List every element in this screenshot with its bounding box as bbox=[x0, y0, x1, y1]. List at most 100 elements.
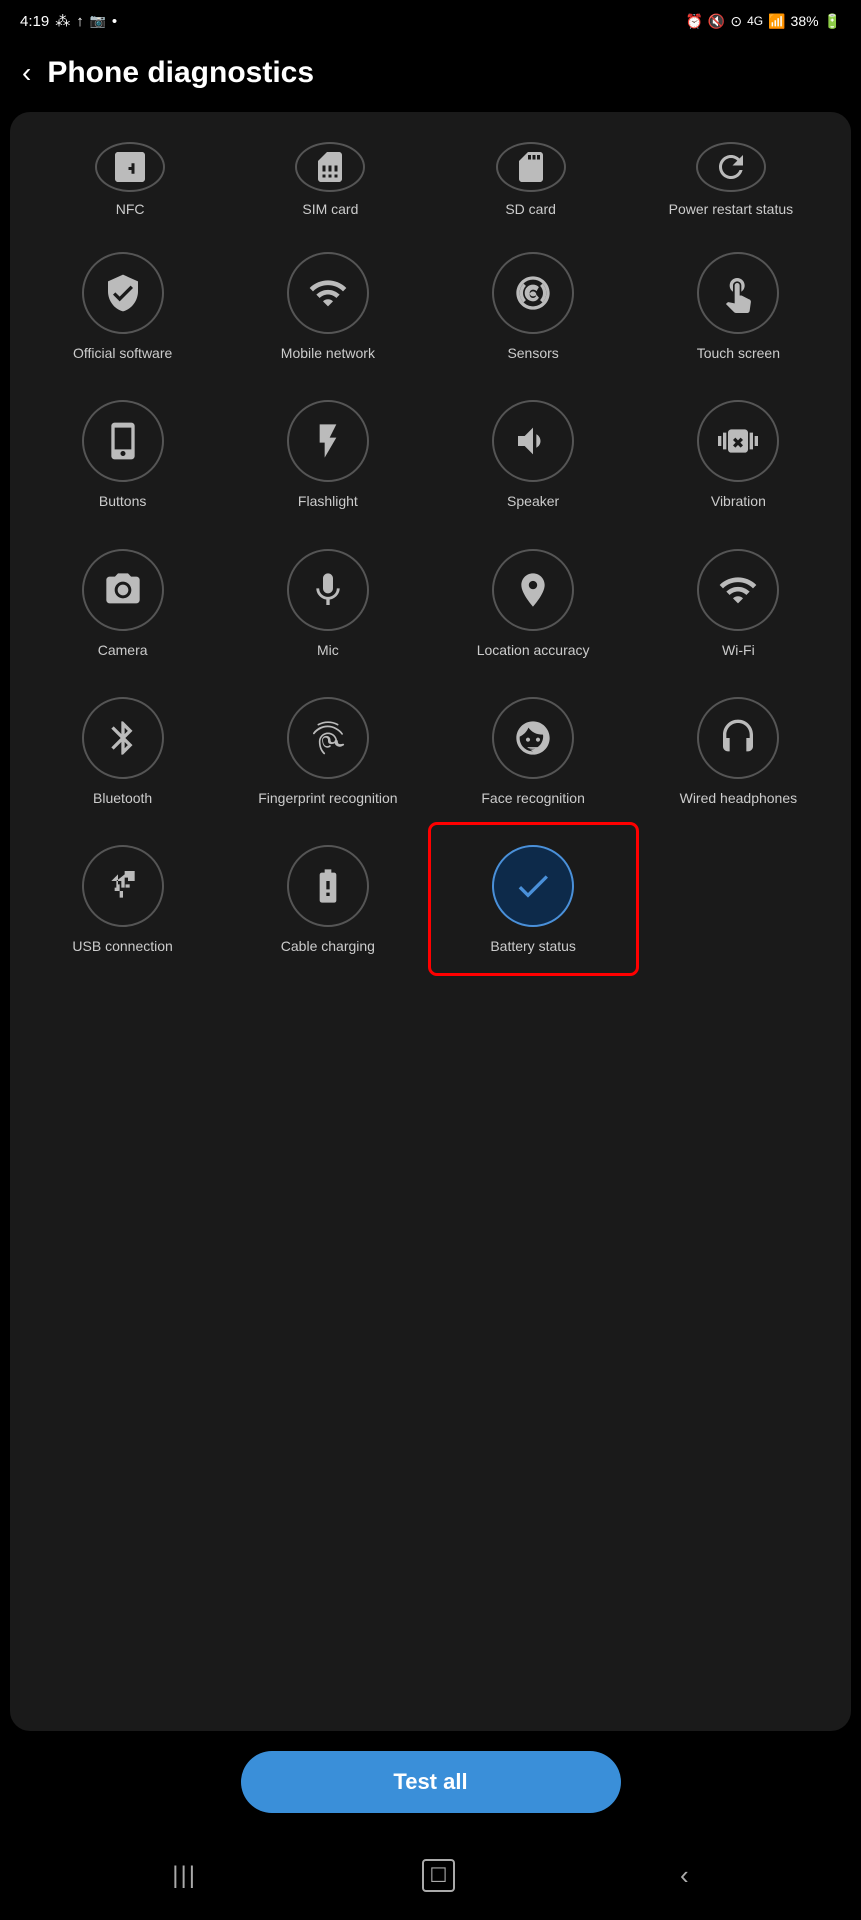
diag-item-location-accuracy[interactable]: Location accuracy bbox=[431, 529, 636, 677]
power-label: Power restart status bbox=[669, 200, 794, 218]
diag-item-sim-card[interactable]: SIM card bbox=[230, 132, 430, 232]
sim-icon bbox=[312, 149, 348, 185]
sd-icon-circle bbox=[496, 142, 566, 192]
mobile-network-icon bbox=[308, 273, 348, 313]
4g-icon: 4G bbox=[747, 14, 763, 28]
fingerprint-icon bbox=[308, 718, 348, 758]
wired-headphones-icon-circle bbox=[697, 697, 779, 779]
touch-screen-label: Touch screen bbox=[697, 344, 780, 362]
status-left: 4:19 ⁂ ↑ 📷 • bbox=[20, 12, 117, 30]
speaker-label: Speaker bbox=[507, 492, 559, 510]
nfc-icon bbox=[112, 149, 148, 185]
speaker-icon bbox=[513, 421, 553, 461]
diag-item-cable-charging[interactable]: Cable charging bbox=[225, 825, 430, 973]
diag-item-touch-screen[interactable]: Touch screen bbox=[636, 232, 841, 380]
nfc-label: NFC bbox=[116, 200, 145, 218]
mobile-network-label: Mobile network bbox=[281, 344, 375, 362]
bottom-section: Test all bbox=[0, 1731, 861, 1843]
diag-item-bluetooth[interactable]: Bluetooth bbox=[20, 677, 225, 825]
page-header: ‹ Phone diagnostics bbox=[0, 38, 861, 112]
signal-icon: 📶 bbox=[768, 13, 785, 30]
mic-label: Mic bbox=[317, 641, 339, 659]
diag-item-nfc[interactable]: NFC bbox=[30, 132, 230, 232]
diagnostics-container: NFC SIM card SD card bbox=[10, 112, 851, 1731]
diag-item-battery-status[interactable]: Battery status bbox=[431, 825, 636, 973]
camera-icon-circle bbox=[82, 549, 164, 631]
diag-item-sd-card[interactable]: SD card bbox=[431, 132, 631, 232]
instagram-icon: 📷 bbox=[90, 13, 106, 29]
usb-connection-label: USB connection bbox=[72, 937, 172, 955]
diag-item-speaker[interactable]: Speaker bbox=[431, 380, 636, 528]
diag-item-mic[interactable]: Mic bbox=[225, 529, 430, 677]
vibration-icon-circle bbox=[697, 400, 779, 482]
diag-item-power-restart[interactable]: Power restart status bbox=[631, 132, 831, 232]
power-icon-circle bbox=[696, 142, 766, 192]
nfc-icon-circle bbox=[95, 142, 165, 192]
battery-status-icon-circle bbox=[492, 845, 574, 927]
diag-item-official-software[interactable]: Official software bbox=[20, 232, 225, 380]
sd-label: SD card bbox=[505, 200, 556, 218]
sd-icon bbox=[513, 149, 549, 185]
diag-item-face-recognition[interactable]: Face recognition bbox=[431, 677, 636, 825]
official-software-icon bbox=[103, 273, 143, 313]
upload-icon: ↑ bbox=[76, 13, 84, 30]
wired-headphones-icon bbox=[718, 718, 758, 758]
time-display: 4:19 bbox=[20, 13, 49, 30]
power-icon bbox=[713, 149, 749, 185]
diag-item-sensors[interactable]: Sensors bbox=[431, 232, 636, 380]
vibration-icon bbox=[718, 421, 758, 461]
battery-status-label: Battery status bbox=[490, 937, 576, 955]
top-partial-row: NFC SIM card SD card bbox=[20, 122, 841, 232]
nav-back[interactable]: ‹ bbox=[680, 1860, 689, 1891]
diagnostics-grid: Official software Mobile network Sensors bbox=[20, 232, 841, 973]
buttons-icon bbox=[103, 421, 143, 461]
bluetooth-icon bbox=[103, 718, 143, 758]
page-title: Phone diagnostics bbox=[47, 56, 314, 90]
touch-screen-icon-circle bbox=[697, 252, 779, 334]
battery-status-icon bbox=[513, 866, 553, 906]
battery-percent: 38% bbox=[791, 13, 819, 29]
speaker-icon-circle bbox=[492, 400, 574, 482]
usb-icon bbox=[103, 866, 143, 906]
face-recognition-icon-circle bbox=[492, 697, 574, 779]
buttons-icon-circle bbox=[82, 400, 164, 482]
usb-icon-circle bbox=[82, 845, 164, 927]
flashlight-icon bbox=[308, 421, 348, 461]
bluetooth-icon-circle bbox=[82, 697, 164, 779]
diag-item-buttons[interactable]: Buttons bbox=[20, 380, 225, 528]
mic-icon bbox=[308, 570, 348, 610]
flashlight-icon-circle bbox=[287, 400, 369, 482]
mobile-network-icon-circle bbox=[287, 252, 369, 334]
fingerprint-icon-circle bbox=[287, 697, 369, 779]
back-button[interactable]: ‹ bbox=[22, 59, 31, 87]
official-software-label: Official software bbox=[73, 344, 172, 362]
diag-item-flashlight[interactable]: Flashlight bbox=[225, 380, 430, 528]
diag-item-mobile-network[interactable]: Mobile network bbox=[225, 232, 430, 380]
sensors-label: Sensors bbox=[507, 344, 558, 362]
alarm-icon: ⏰ bbox=[685, 13, 702, 30]
location-icon-circle bbox=[492, 549, 574, 631]
diag-item-vibration[interactable]: Vibration bbox=[636, 380, 841, 528]
face-recognition-icon bbox=[513, 718, 553, 758]
fingerprint-label: Fingerprint recognition bbox=[258, 789, 397, 807]
diag-item-wifi[interactable]: Wi-Fi bbox=[636, 529, 841, 677]
wifi-status-icon: ⊙ bbox=[730, 13, 742, 30]
nav-recent-apps[interactable]: ||| bbox=[172, 1862, 197, 1890]
mute-icon: 🔇 bbox=[708, 13, 725, 30]
status-right: ⏰ 🔇 ⊙ 4G 📶 38% 🔋 bbox=[685, 13, 841, 30]
wifi-label: Wi-Fi bbox=[722, 641, 755, 659]
diag-item-camera[interactable]: Camera bbox=[20, 529, 225, 677]
touch-screen-icon bbox=[718, 273, 758, 313]
cable-charging-icon bbox=[308, 866, 348, 906]
status-bar: 4:19 ⁂ ↑ 📷 • ⏰ 🔇 ⊙ 4G 📶 38% 🔋 bbox=[0, 0, 861, 38]
flashlight-label: Flashlight bbox=[298, 492, 358, 510]
camera-icon bbox=[103, 570, 143, 610]
cable-charging-label: Cable charging bbox=[281, 937, 375, 955]
nav-home[interactable]: ☐ bbox=[422, 1859, 456, 1892]
test-all-button[interactable]: Test all bbox=[241, 1751, 621, 1813]
bluetooth-label: Bluetooth bbox=[93, 789, 152, 807]
vibration-label: Vibration bbox=[711, 492, 766, 510]
diag-item-fingerprint[interactable]: Fingerprint recognition bbox=[225, 677, 430, 825]
diag-item-wired-headphones[interactable]: Wired headphones bbox=[636, 677, 841, 825]
diag-item-usb-connection[interactable]: USB connection bbox=[20, 825, 225, 973]
